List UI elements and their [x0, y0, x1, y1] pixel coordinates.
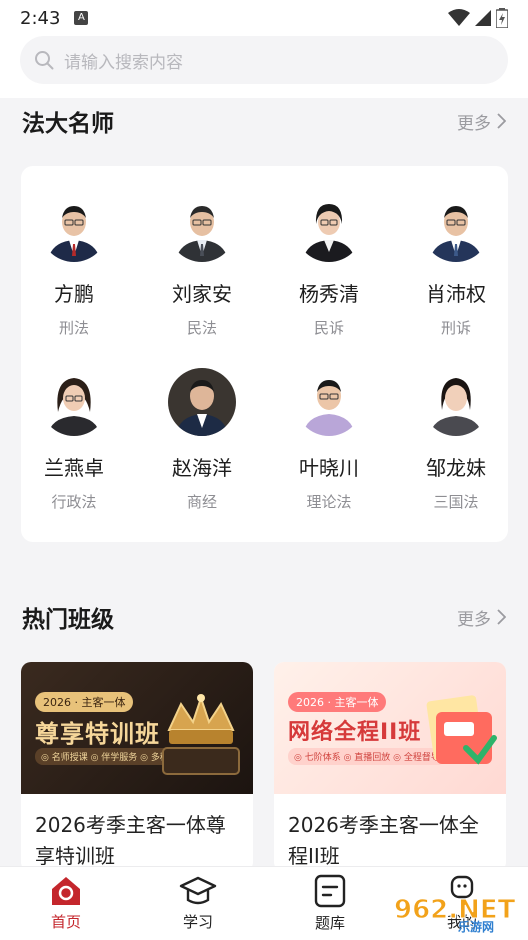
avatar	[40, 368, 108, 436]
teacher-item[interactable]: 刘家安 民法	[142, 194, 262, 338]
teacher-subject: 行政法	[51, 493, 97, 511]
tab-question-bank[interactable]: 题库	[264, 867, 396, 940]
banner-title: 尊享特训班	[35, 720, 160, 748]
teacher-item[interactable]: 杨秀清 民诉	[269, 194, 389, 338]
search-placeholder: 请输入搜索内容	[64, 52, 183, 73]
classes-section-title: 热门班级	[22, 607, 114, 633]
banner-tag: 2026 · 主客一体	[288, 692, 387, 712]
teacher-subject: 刑诉	[440, 319, 471, 337]
watermark-text: 962.NET	[394, 895, 516, 925]
avatar	[40, 194, 108, 262]
teacher-name: 刘家安	[172, 282, 232, 306]
teacher-item[interactable]: 肖沛权 刑诉	[396, 194, 516, 338]
folder-icon	[426, 695, 497, 765]
avatar	[422, 368, 490, 436]
banner-title: 网络全程II班	[288, 720, 422, 745]
search-icon	[35, 51, 54, 70]
home-icon	[52, 877, 80, 905]
tab-label: 题库	[314, 914, 345, 932]
wifi-icon	[448, 9, 470, 26]
avatar	[295, 194, 363, 262]
watermark-subtext: 乐游网	[458, 919, 494, 934]
teachers-more-link[interactable]: 更多	[457, 109, 506, 134]
avatar	[168, 368, 236, 436]
teacher-item[interactable]: 叶晓川 理论法	[269, 368, 389, 512]
avatar	[168, 194, 236, 262]
tab-label: 学习	[182, 913, 213, 931]
classes-section-header: 热门班级 更多	[22, 600, 506, 634]
notification-icon: A	[74, 11, 89, 25]
teachers-card: 方鹏 刑法 刘家安 民法 杨秀清 民诉 肖沛权 刑诉 兰燕卓 行政法 赵海洋 商…	[21, 166, 508, 542]
status-bar: 2:43 A	[0, 0, 528, 36]
more-label: 更多	[457, 113, 491, 134]
search-bar: 请输入搜索内容	[0, 36, 528, 98]
teacher-item[interactable]: 兰燕卓 行政法	[14, 368, 134, 512]
crown-icon	[162, 694, 240, 775]
banner-tag: 2026 · 主客一体	[35, 692, 134, 712]
teacher-name: 邹龙妹	[426, 456, 486, 480]
teacher-name: 兰燕卓	[44, 456, 104, 480]
class-card[interactable]: 2026 · 主客一体 网络全程II班 ◎ 七阶体系 ◎ 直播回放 ◎ 全程督导…	[274, 662, 506, 872]
question-bank-icon	[314, 874, 346, 908]
chevron-right-icon	[497, 609, 506, 625]
teacher-name: 赵海洋	[172, 456, 232, 480]
teacher-name: 方鹏	[54, 282, 94, 306]
teacher-subject: 民法	[186, 319, 217, 337]
class-card[interactable]: 2026 · 主客一体 尊享特训班 ◎ 名师授课 ◎ 伴学服务 ◎ 多种模式答疑…	[21, 662, 253, 872]
avatar	[422, 194, 490, 262]
classes-more-link[interactable]: 更多	[457, 605, 506, 630]
search-input[interactable]: 请输入搜索内容	[20, 36, 508, 84]
teacher-item[interactable]: 方鹏 刑法	[14, 194, 134, 338]
tab-study[interactable]: 学习	[132, 867, 264, 940]
teacher-item[interactable]: 邹龙妹 三国法	[396, 368, 516, 512]
status-icons	[448, 8, 508, 28]
signal-icon	[475, 10, 491, 26]
teacher-name: 杨秀清	[299, 282, 359, 306]
class-title: 2026考季主客一体尊享特训班	[35, 813, 226, 868]
tab-label: 首页	[50, 913, 81, 931]
teachers-section-header: 法大名师 更多	[22, 104, 506, 138]
class-banner: 2026 · 主客一体 尊享特训班 ◎ 名师授课 ◎ 伴学服务 ◎ 多种模式答疑	[21, 662, 253, 794]
status-time: 2:43	[20, 7, 61, 29]
more-label: 更多	[457, 609, 491, 630]
chevron-right-icon	[497, 113, 506, 129]
avatar	[295, 368, 363, 436]
teacher-subject: 三国法	[433, 493, 479, 511]
watermark-logo: 962.NET 乐游网	[388, 888, 524, 935]
teacher-subject: 商经	[186, 493, 217, 511]
class-banner: 2026 · 主客一体 网络全程II班 ◎ 七阶体系 ◎ 直播回放 ◎ 全程督导	[274, 662, 506, 794]
class-title: 2026考季主客一体全程II班	[288, 813, 479, 868]
teacher-item[interactable]: 赵海洋 商经	[142, 368, 262, 512]
battery-icon	[496, 8, 508, 28]
teacher-subject: 刑法	[58, 319, 89, 337]
teacher-name: 肖沛权	[426, 282, 486, 306]
teacher-subject: 民诉	[313, 319, 344, 337]
graduation-cap-icon	[179, 876, 217, 905]
tab-home[interactable]: 首页	[0, 867, 132, 940]
teacher-name: 叶晓川	[299, 456, 359, 480]
teachers-section-title: 法大名师	[22, 111, 114, 137]
teacher-subject: 理论法	[306, 493, 352, 511]
